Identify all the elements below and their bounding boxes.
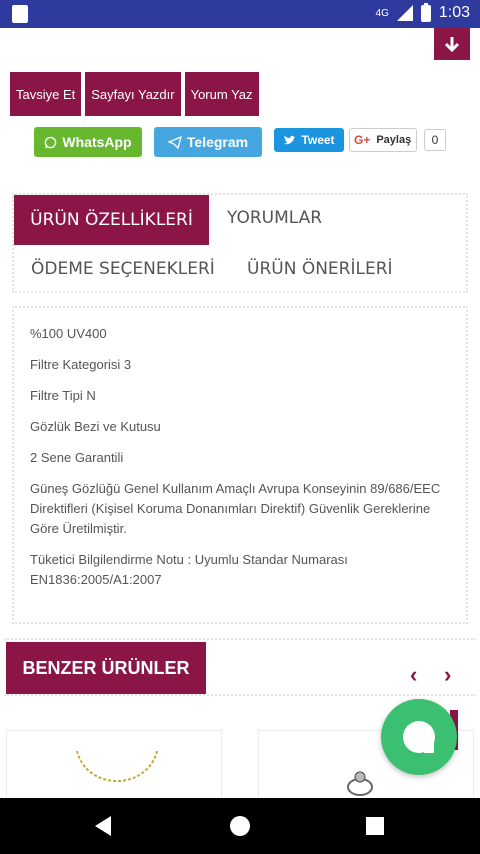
arrow-down-icon	[444, 37, 460, 53]
whatsapp-label: WhatsApp	[62, 134, 132, 150]
detail-line: Tüketici Bilgilendirme Notu : Uyumlu Sta…	[30, 552, 348, 587]
scroll-down-button[interactable]	[434, 28, 470, 60]
back-icon[interactable]	[95, 816, 111, 836]
ring-image	[347, 771, 373, 796]
google-plus-icon: G+	[354, 133, 371, 147]
detail-line: Güneş Gözlüğü Genel Kullanım Amaçlı Avru…	[30, 481, 441, 536]
detail-line: %100 UV400	[30, 326, 107, 341]
carousel-prev-button[interactable]: ‹	[410, 662, 417, 688]
chat-button[interactable]	[381, 699, 457, 775]
detail-line: Filtre Kategorisi 3	[30, 357, 132, 372]
detail-line: 2 Sene Garantili	[30, 450, 124, 465]
chat-icon	[403, 721, 435, 753]
related-title: BENZER ÜRÜNLER	[6, 642, 206, 694]
telegram-icon	[167, 135, 182, 149]
telegram-share-button[interactable]: Telegram	[154, 127, 262, 157]
google-plus-share-button[interactable]: G+ Paylaş	[349, 128, 417, 152]
home-icon[interactable]	[230, 816, 250, 836]
product-details: %100 UV400 Filtre Kategorisi 3 Filtre Ti…	[12, 306, 468, 624]
tab-suggestions[interactable]: ÜRÜN ÖNERİLERİ	[247, 259, 393, 279]
tab-features[interactable]: ÜRÜN ÖZELLİKLERİ	[14, 195, 209, 245]
share-count: 0	[424, 129, 446, 151]
navigation-bar	[0, 798, 480, 854]
sd-card-icon	[12, 5, 28, 23]
carousel-next-button[interactable]: ›	[444, 662, 451, 688]
tweet-label: Tweet	[301, 133, 335, 147]
product-tabs: ÜRÜN ÖZELLİKLERİ YORUMLAR ÖDEME SEÇENEKL…	[12, 193, 468, 293]
battery-icon	[420, 2, 431, 22]
tweet-button[interactable]: Tweet	[274, 128, 344, 152]
telegram-label: Telegram	[186, 134, 249, 150]
whatsapp-icon	[45, 136, 57, 148]
product-card[interactable]	[6, 730, 222, 800]
network-type: 4G	[375, 7, 389, 19]
print-button[interactable]: Sayfayı Yazdır	[85, 72, 181, 116]
share-label: Paylaş	[376, 134, 412, 146]
tab-reviews[interactable]: YORUMLAR	[227, 208, 322, 228]
twitter-icon	[284, 135, 296, 144]
status-bar: 4G 1:03	[0, 0, 480, 28]
detail-line: Gözlük Bezi ve Kutusu	[30, 419, 161, 434]
necklace-image	[76, 751, 158, 782]
comment-button[interactable]: Yorum Yaz	[184, 72, 259, 116]
recents-icon[interactable]	[366, 817, 384, 835]
recommend-button[interactable]: Tavsiye Et	[10, 72, 82, 116]
clock: 1:03	[438, 4, 470, 21]
action-buttons: Tavsiye Et Sayfayı Yazdır Yorum Yaz	[10, 72, 259, 116]
whatsapp-share-button[interactable]: WhatsApp	[34, 127, 142, 157]
detail-line: Filtre Tipi N	[30, 388, 96, 403]
tab-payment[interactable]: ÖDEME SEÇENEKLERİ	[31, 259, 215, 279]
signal-icon	[396, 5, 413, 21]
